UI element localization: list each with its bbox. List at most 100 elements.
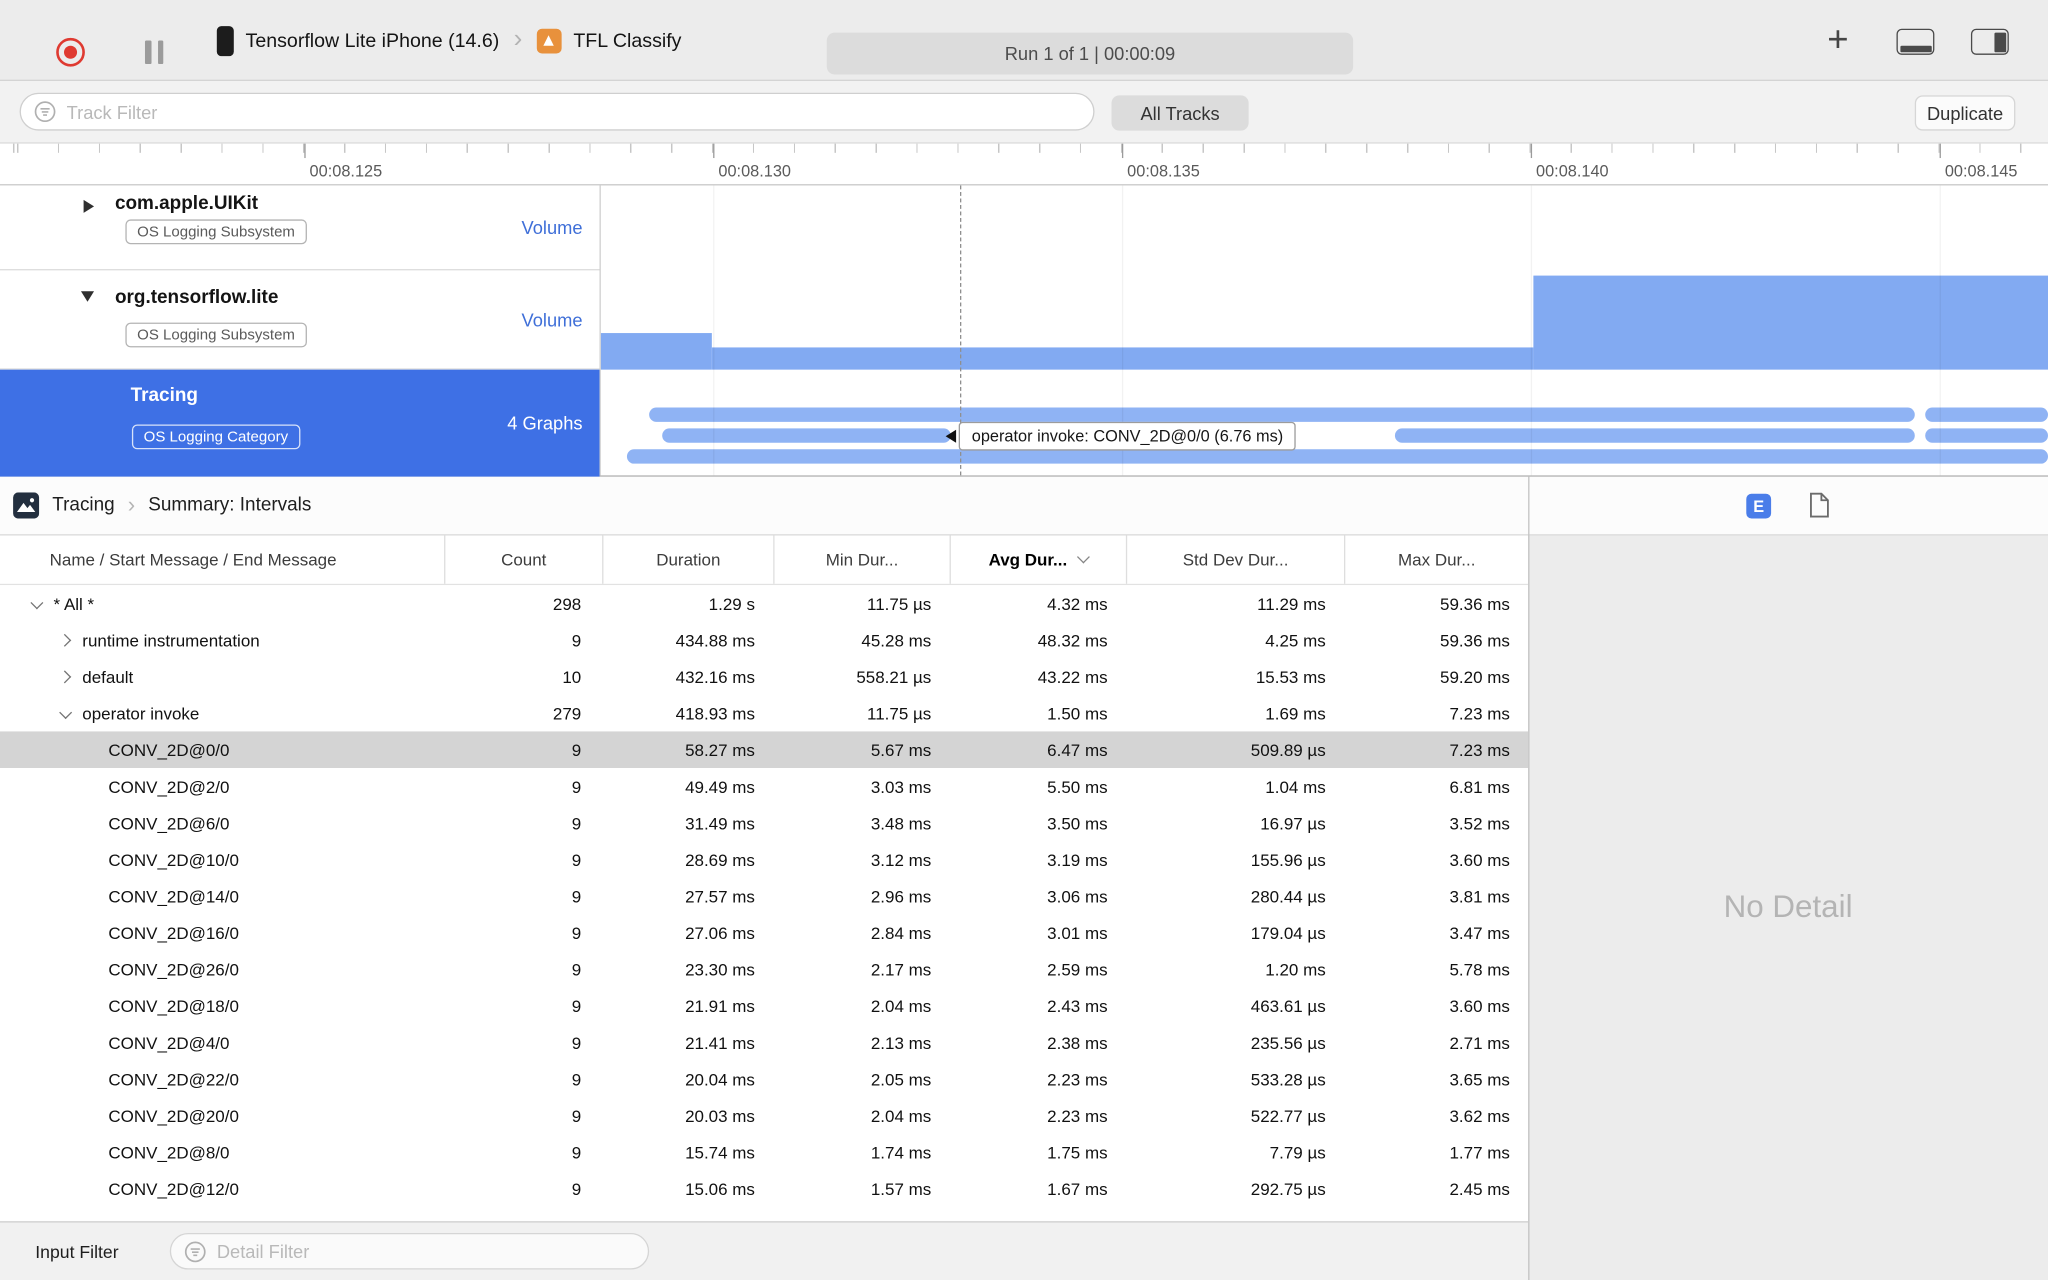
table-row[interactable]: CONV_2D@26/0 9 23.30 ms 2.17 ms 2.59 ms …: [0, 951, 1528, 988]
instrument-icon: [13, 492, 40, 519]
table-row[interactable]: default 10 432.16 ms 558.21 µs 43.22 ms …: [0, 658, 1528, 695]
pane-divider[interactable]: [1528, 476, 1530, 1280]
table-row[interactable]: CONV_2D@18/0 9 21.91 ms 2.04 ms 2.43 ms …: [0, 987, 1528, 1024]
table-row[interactable]: * All * 298 1.29 s 11.75 µs 4.32 ms 11.2…: [0, 585, 1528, 622]
bottom-pane-toggle[interactable]: [1896, 28, 1935, 55]
table-row[interactable]: operator invoke 279 418.93 ms 11.75 µs 1…: [0, 695, 1528, 732]
column-header-duration[interactable]: Duration: [602, 535, 773, 584]
table-row[interactable]: CONV_2D@12/0 9 15.06 ms 1.57 ms 1.67 ms …: [0, 1170, 1528, 1207]
row-name: * All *: [53, 593, 95, 614]
column-header-avg[interactable]: Avg Dur...: [949, 535, 1126, 584]
table-row[interactable]: CONV_2D@14/0 9 27.57 ms 2.96 ms 3.06 ms …: [0, 878, 1528, 915]
extended-detail-toggle[interactable]: E: [1746, 493, 1772, 519]
table-row[interactable]: CONV_2D@20/0 9 20.03 ms 2.04 ms 2.23 ms …: [0, 1097, 1528, 1134]
document-icon[interactable]: [1809, 492, 1830, 518]
table-row[interactable]: CONV_2D@8/0 9 15.74 ms 1.74 ms 1.75 ms 7…: [0, 1134, 1528, 1171]
process-name[interactable]: TFL Classify: [573, 29, 681, 51]
disclosure-expanded-icon[interactable]: [80, 291, 95, 302]
track-row-tensorflow[interactable]: org.tensorflow.lite OS Logging Subsystem…: [0, 270, 600, 370]
row-avg-duration: 48.32 ms: [1037, 630, 1108, 650]
row-avg-duration: 2.23 ms: [1047, 1105, 1108, 1126]
row-name: CONV_2D@8/0: [108, 1142, 230, 1162]
table-row[interactable]: CONV_2D@4/0 9 21.41 ms 2.13 ms 2.38 ms 2…: [0, 1024, 1528, 1061]
toolbar: Tensorflow Lite iPhone (14.6) › TFL Clas…: [0, 0, 2048, 81]
track-meta[interactable]: Volume: [522, 309, 583, 330]
duplicate-button[interactable]: Duplicate: [1914, 95, 2016, 131]
disclosure-collapsed-icon[interactable]: [83, 199, 95, 213]
device-name[interactable]: Tensorflow Lite iPhone (14.6): [246, 29, 500, 51]
row-max-duration: 59.36 ms: [1440, 593, 1510, 614]
right-pane-toggle[interactable]: [1970, 28, 2009, 55]
interval-bar[interactable]: [649, 407, 1915, 422]
table-row[interactable]: CONV_2D@0/0 9 58.27 ms 5.67 ms 6.47 ms 5…: [0, 731, 1529, 768]
row-disclosure-icon[interactable]: [60, 707, 72, 719]
row-min-duration: 2.04 ms: [870, 1105, 932, 1126]
target-selector[interactable]: Tensorflow Lite iPhone (14.6) › TFL Clas…: [216, 0, 681, 81]
no-detail-message: No Detail: [1723, 889, 1853, 925]
intervals-table[interactable]: * All * 298 1.29 s 11.75 µs 4.32 ms 11.2…: [0, 585, 1529, 1222]
table-row[interactable]: CONV_2D@16/0 9 27.06 ms 2.84 ms 3.01 ms …: [0, 914, 1528, 951]
row-name-cell: CONV_2D@22/0: [0, 1069, 444, 1089]
table-row[interactable]: CONV_2D@22/0 9 20.04 ms 2.05 ms 2.23 ms …: [0, 1061, 1528, 1098]
track-meta[interactable]: Volume: [522, 217, 583, 238]
table-row[interactable]: CONV_2D@6/0 9 31.49 ms 3.48 ms 3.50 ms 1…: [0, 805, 1528, 842]
row-count: 9: [571, 1105, 582, 1126]
row-disclosure-icon[interactable]: [60, 634, 72, 646]
interval-bar[interactable]: [1394, 428, 1915, 443]
ruler-time-label: 00:08.130: [718, 161, 791, 181]
row-avg-duration: 5.50 ms: [1047, 776, 1108, 797]
ruler-time-label: 00:08.140: [1536, 161, 1609, 181]
pause-button[interactable]: [144, 40, 164, 64]
ruler-major-tick: [304, 143, 306, 159]
ruler-major-tick: [1530, 143, 1533, 159]
detail-pane: No Detail: [1528, 535, 2048, 1280]
column-header-name[interactable]: Name / Start Message / End Message: [0, 536, 444, 584]
interval-bar[interactable]: [1925, 428, 2048, 443]
column-header-count[interactable]: Count: [444, 535, 602, 584]
row-count: 9: [571, 849, 582, 870]
ruler-major-tick: [713, 143, 715, 159]
interval-bar[interactable]: [1925, 407, 2048, 422]
record-button[interactable]: [56, 37, 85, 67]
row-avg-duration: 2.59 ms: [1047, 959, 1108, 979]
row-count: 9: [571, 813, 582, 833]
interval-bar[interactable]: [662, 428, 951, 443]
row-duration: 15.06 ms: [685, 1178, 755, 1199]
column-header-min[interactable]: Min Dur...: [773, 535, 949, 584]
timeline-ruler[interactable]: 00:08.125 00:08.130 00:08.135 00:08.140 00:0…: [0, 143, 2048, 186]
detail-filter-field[interactable]: [169, 1232, 650, 1270]
track-meta[interactable]: 4 Graphs: [507, 413, 582, 434]
row-name: CONV_2D@0/0: [108, 739, 230, 760]
column-header-max[interactable]: Max Dur...: [1344, 535, 1528, 584]
track-row-tracing-selected[interactable]: Tracing OS Logging Category 4 Graphs: [0, 369, 600, 477]
row-count: 9: [571, 1178, 582, 1199]
column-header-std[interactable]: Std Dev Dur...: [1125, 535, 1344, 584]
track-filter-field[interactable]: [19, 92, 1095, 131]
row-disclosure-icon[interactable]: [31, 598, 43, 610]
row-max-duration: 3.52 ms: [1449, 813, 1510, 833]
row-stddev-duration: 235.56 µs: [1250, 1032, 1326, 1053]
row-name-cell: CONV_2D@0/0: [0, 740, 444, 760]
row-max-duration: 59.20 ms: [1440, 666, 1510, 687]
row-avg-duration: 43.22 ms: [1037, 666, 1108, 687]
track-chart-area[interactable]: operator invoke: CONV_2D@0/0 (6.76 ms): [600, 185, 2048, 476]
row-stddev-duration: 1.04 ms: [1265, 776, 1326, 797]
table-row[interactable]: runtime instrumentation 9 434.88 ms 45.2…: [0, 622, 1528, 659]
add-instrument-button[interactable]: +: [1827, 18, 1848, 60]
row-disclosure-icon[interactable]: [60, 671, 72, 683]
row-stddev-duration: 1.20 ms: [1265, 959, 1326, 979]
detail-filter-input[interactable]: [214, 1239, 635, 1264]
row-name-cell: CONV_2D@12/0: [0, 1179, 444, 1199]
row-name: default: [82, 666, 134, 687]
track-row-uikit[interactable]: com.apple.UIKit OS Logging Subsystem Vol…: [0, 185, 600, 271]
interval-bar[interactable]: [626, 449, 2048, 464]
input-filter-label[interactable]: Input Filter: [35, 1223, 118, 1280]
row-duration: 1.29 s: [708, 593, 755, 614]
all-tracks-button[interactable]: All Tracks: [1111, 95, 1249, 131]
track-filter-input[interactable]: [64, 99, 1081, 124]
table-row[interactable]: CONV_2D@2/0 9 49.49 ms 3.03 ms 5.50 ms 1…: [0, 768, 1528, 805]
breadcrumb-page[interactable]: Summary: Intervals: [148, 495, 311, 516]
breadcrumb-root[interactable]: Tracing: [52, 495, 114, 516]
ruler-major-tick: [1939, 143, 1941, 159]
table-row[interactable]: CONV_2D@10/0 9 28.69 ms 3.12 ms 3.19 ms …: [0, 841, 1528, 878]
